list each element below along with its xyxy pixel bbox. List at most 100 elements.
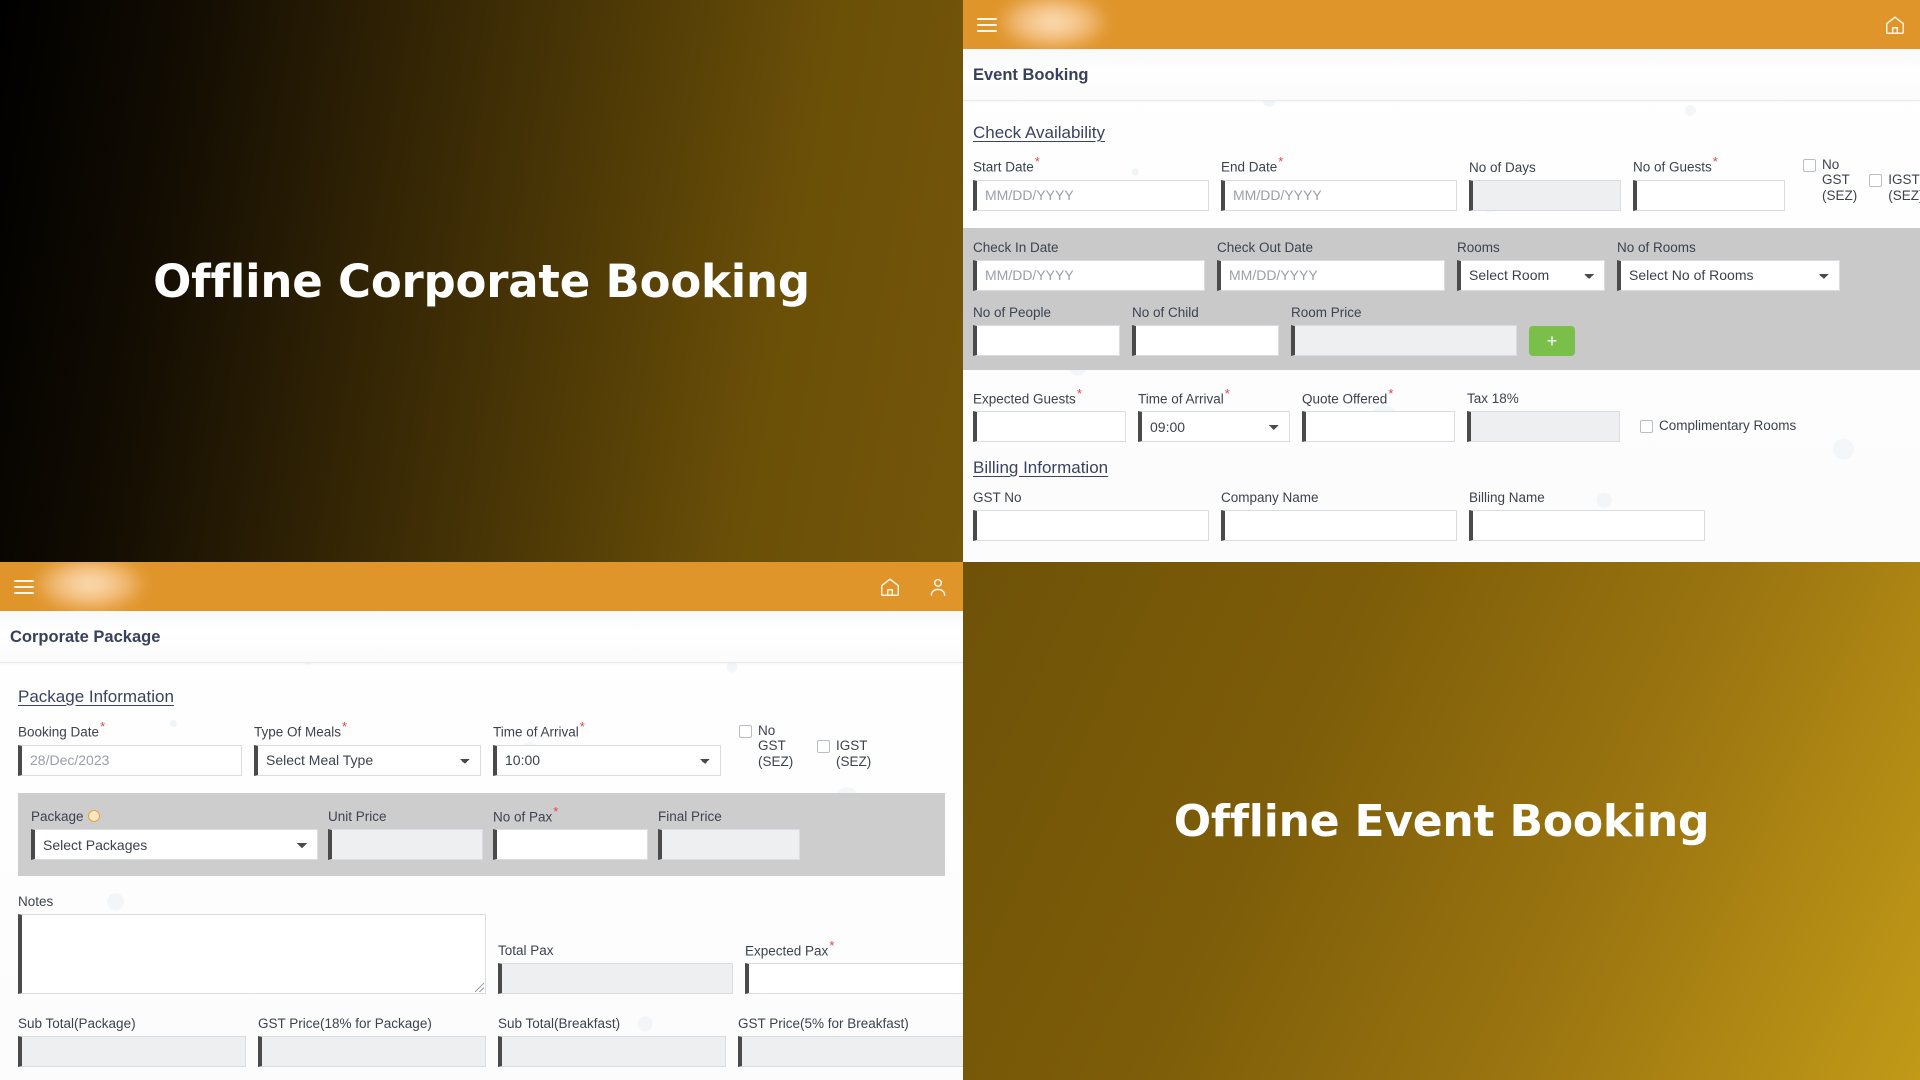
booking-date-field: Booking Date*: [18, 720, 242, 776]
type-of-meals-select[interactable]: Select Meal Type: [254, 744, 481, 776]
time-of-arrival-select[interactable]: 09:00: [1138, 411, 1290, 442]
end-date-field: End Date*: [1221, 155, 1457, 211]
start-date-input[interactable]: [973, 179, 1209, 211]
check-in-date-input[interactable]: [973, 259, 1205, 291]
corporate-hero-panel: Offline Corporate Booking: [0, 0, 963, 562]
billing-information-heading[interactable]: Billing Information: [973, 458, 1108, 478]
gst-price-breakfast-label: GST Price(5% for Breakfast): [738, 1016, 909, 1031]
no-of-days-label: No of Days: [1469, 159, 1536, 175]
company-name-field: Company Name: [1221, 490, 1457, 541]
rooms-field: Rooms Select Room: [1457, 240, 1605, 291]
event-form-body: Check Availability Start Date* End Date*: [963, 101, 1920, 541]
tax-label: Tax 18%: [1467, 391, 1519, 406]
no-of-pax-label: No of Pax*: [493, 803, 559, 825]
igst-sez-label: IGST (SEZ): [836, 738, 872, 769]
quote-row: Expected Guests* Time of Arrival* 09:00 …: [973, 385, 1920, 442]
corporate-package-panel: Corporate Package Package Information Bo…: [0, 562, 963, 1080]
sub-total-breakfast-field: Sub Total(Breakfast): [498, 1016, 726, 1067]
event-card-header: Event Booking: [963, 49, 1920, 101]
igst-sez-checkbox[interactable]: IGST (SEZ): [817, 738, 877, 769]
quote-offered-input[interactable]: [1302, 411, 1455, 442]
notes-row: Notes Total Pax Expected Pax*: [18, 894, 963, 994]
time-of-arrival-select[interactable]: 10:00: [493, 744, 721, 776]
booking-date-label: Booking Date*: [18, 719, 106, 740]
no-of-guests-input[interactable]: [1633, 179, 1785, 211]
corporate-package-app: Corporate Package Package Information Bo…: [0, 562, 963, 1080]
company-name-input[interactable]: [1221, 510, 1457, 541]
no-of-child-label: No of Child: [1132, 304, 1199, 320]
no-of-days-input: [1469, 179, 1621, 211]
room-price-label: Room Price: [1291, 304, 1362, 320]
gst-no-input[interactable]: [973, 510, 1209, 541]
no-of-people-label: No of People: [973, 304, 1052, 320]
home-icon[interactable]: [879, 576, 901, 598]
tax-field: Tax 18%: [1467, 391, 1620, 442]
company-name-label: Company Name: [1221, 490, 1319, 505]
corporate-form-body: Package Information Booking Date* Type O…: [0, 663, 963, 1067]
complimentary-rooms-checkbox[interactable]: Complimentary Rooms: [1640, 418, 1796, 434]
corporate-hero-title: Offline Corporate Booking: [153, 254, 810, 308]
checkbox-box: [739, 724, 752, 738]
screenshot-canvas: Offline Corporate Booking Event Booking …: [0, 0, 1920, 1080]
package-select[interactable]: Select Packages: [31, 829, 318, 860]
help-circle-icon[interactable]: [87, 810, 100, 822]
no-of-pax-input[interactable]: [493, 829, 648, 860]
sub-total-breakfast-label: Sub Total(Breakfast): [498, 1016, 621, 1031]
check-availability-heading[interactable]: Check Availability: [973, 123, 1105, 143]
package-row: Package Select Packages Unit Price No of…: [31, 803, 945, 860]
igst-sez-checkbox[interactable]: IGST (SEZ): [1869, 172, 1920, 203]
required-marker: *: [579, 719, 585, 734]
required-marker: *: [1388, 385, 1394, 401]
no-of-child-input[interactable]: [1132, 324, 1279, 356]
gst-price-package-field: GST Price(18% for Package): [258, 1016, 486, 1067]
time-of-arrival-label: Time of Arrival*: [1138, 385, 1230, 407]
no-of-people-field: No of People: [973, 305, 1120, 356]
no-gst-sez-label: No GST (SEZ): [1822, 156, 1858, 203]
no-of-rooms-select[interactable]: Select No of Rooms: [1617, 259, 1840, 291]
package-field: Package Select Packages: [31, 809, 318, 860]
unit-price-input: [328, 829, 483, 860]
expected-pax-input[interactable]: [745, 963, 963, 994]
expected-guests-input[interactable]: [973, 411, 1126, 442]
time-of-arrival-field: Time of Arrival* 09:00: [1138, 385, 1290, 442]
no-gst-sez-checkbox[interactable]: No GST (SEZ): [739, 723, 805, 770]
no-of-guests-field: No of Guests*: [1633, 155, 1785, 211]
no-gst-sez-checkbox[interactable]: No GST (SEZ): [1803, 157, 1857, 204]
booking-date-input[interactable]: [18, 744, 242, 776]
corporate-paper: Corporate Package Package Information Bo…: [0, 611, 963, 1080]
home-icon[interactable]: [1884, 14, 1906, 36]
brand-logo-blurred: [999, 0, 1107, 49]
tax-input: [1467, 411, 1620, 442]
billing-name-input[interactable]: [1469, 510, 1705, 541]
package-row-1: Booking Date* Type Of Meals* Select Meal…: [18, 720, 963, 776]
time-of-arrival-label: Time of Arrival*: [493, 719, 585, 740]
user-icon[interactable]: [927, 576, 949, 598]
time-of-arrival-field: Time of Arrival* 10:00: [493, 720, 721, 776]
no-of-people-input[interactable]: [973, 324, 1120, 356]
check-out-date-input[interactable]: [1217, 259, 1445, 291]
rooms-gray-band: Check In Date Check Out Date Rooms Sele: [963, 227, 1920, 370]
notes-textarea[interactable]: [18, 914, 486, 994]
no-of-days-field: No of Days: [1469, 160, 1621, 211]
textarea-resize-handle[interactable]: [475, 983, 484, 992]
no-of-guests-label: No of Guests*: [1633, 154, 1718, 175]
notes-label: Notes: [18, 894, 54, 909]
event-paper: Event Booking Check Availability Start D…: [963, 49, 1920, 562]
checkbox-box: [1869, 174, 1883, 188]
corporate-page-title: Corporate Package: [10, 628, 161, 646]
hamburger-menu-icon[interactable]: [977, 17, 997, 32]
gst-price-breakfast-field: GST Price(5% for Breakfast): [738, 1016, 963, 1067]
no-of-pax-field: No of Pax*: [493, 803, 648, 860]
rooms-select[interactable]: Select Room: [1457, 259, 1605, 291]
type-of-meals-field: Type Of Meals* Select Meal Type: [254, 720, 481, 776]
package-information-heading[interactable]: Package Information: [18, 687, 174, 707]
hamburger-menu-icon[interactable]: [14, 579, 34, 594]
no-gst-sez-label: No GST (SEZ): [758, 722, 794, 769]
room-price-input: [1291, 324, 1517, 356]
gst-price-package-label: GST Price(18% for Package): [258, 1016, 432, 1031]
end-date-input[interactable]: [1221, 179, 1457, 211]
add-room-button[interactable]: +: [1529, 325, 1575, 356]
checkbox-box: [817, 740, 830, 754]
start-date-label: Start Date*: [973, 154, 1040, 175]
check-out-date-label: Check Out Date: [1217, 239, 1314, 255]
